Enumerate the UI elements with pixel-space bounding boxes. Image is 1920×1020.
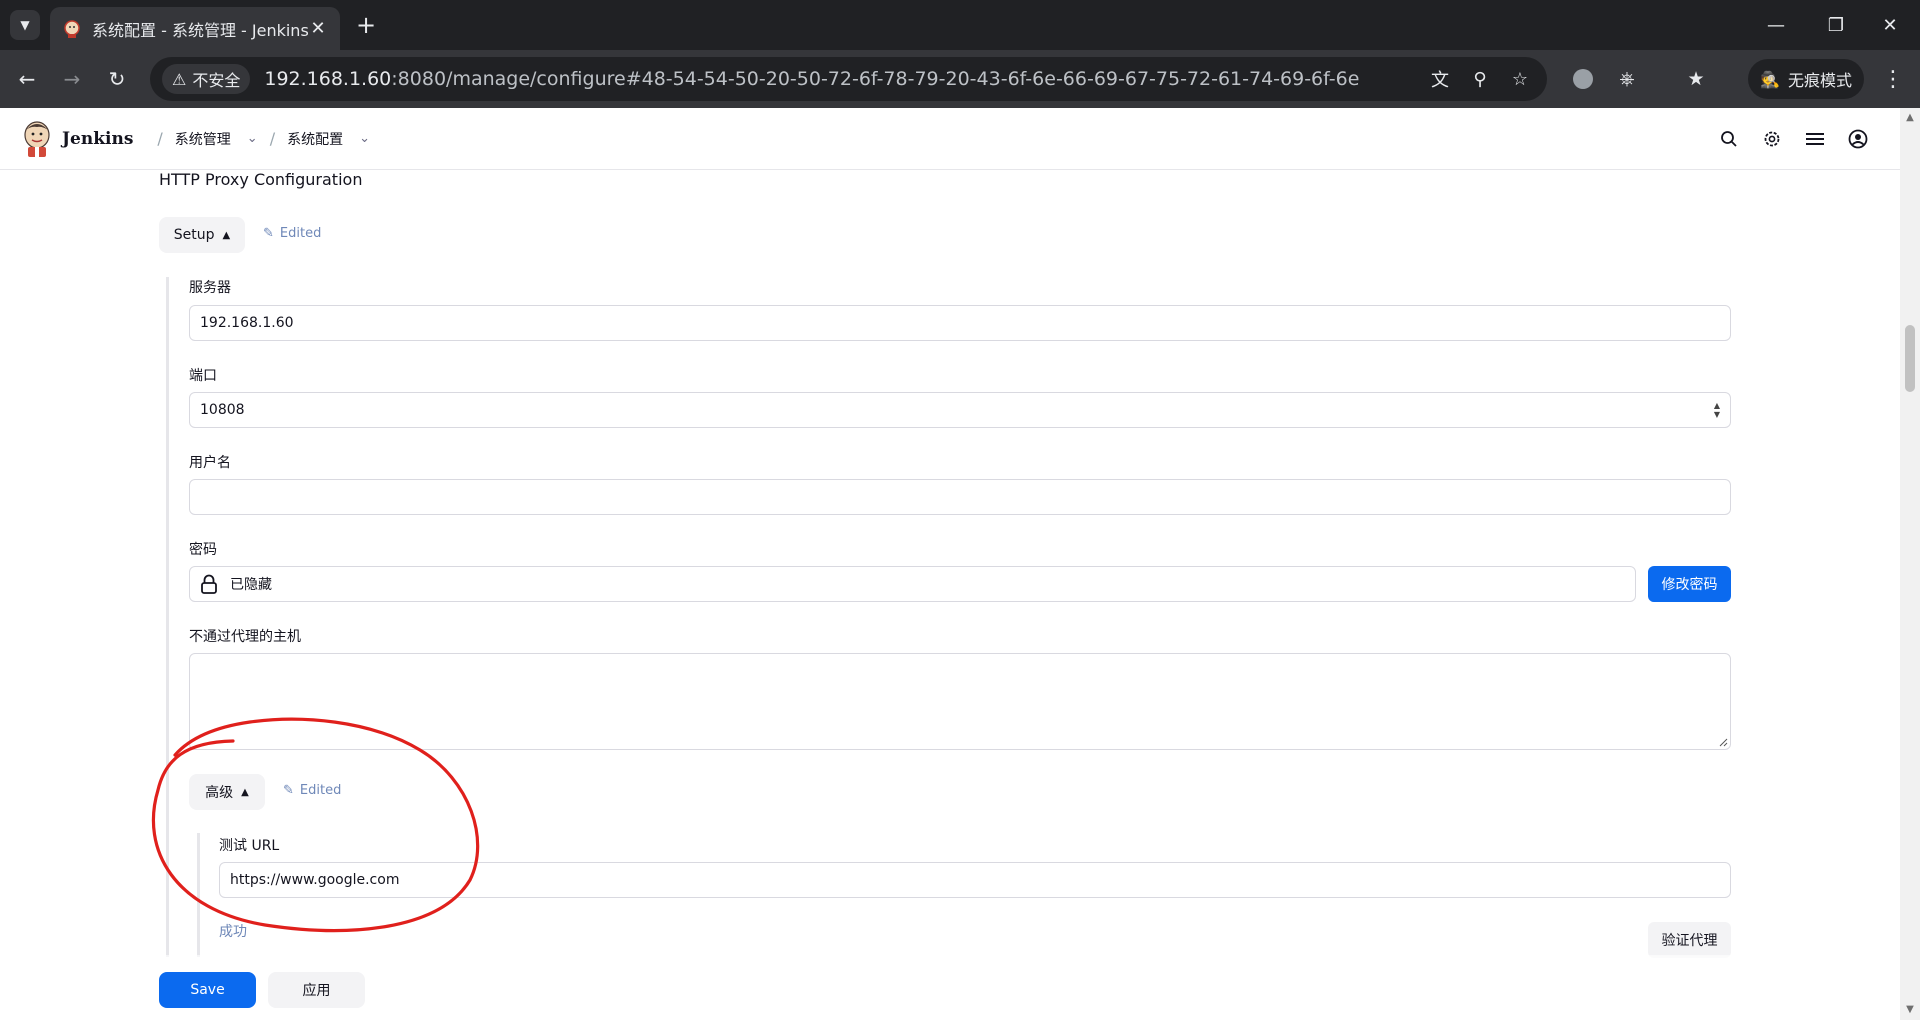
chevron-up-icon: ▲ xyxy=(241,786,249,798)
password-label: 密码 xyxy=(189,542,217,558)
insecure-label: 不安全 xyxy=(192,71,241,90)
reload-icon[interactable]: ↻ xyxy=(102,64,132,94)
tab-search-button[interactable]: ▼ xyxy=(10,10,40,40)
new-tab-button[interactable]: + xyxy=(352,11,380,39)
port-label: 端口 xyxy=(189,368,217,384)
verify-proxy-button[interactable]: 验证代理 xyxy=(1648,922,1731,958)
username-label: 用户名 xyxy=(189,455,231,471)
back-icon[interactable]: ← xyxy=(12,64,42,94)
breadcrumb-separator: / xyxy=(157,129,163,148)
chevron-up-icon: ▲ xyxy=(222,229,231,241)
close-window-icon[interactable]: ✕ xyxy=(1860,0,1920,50)
section-title: HTTP Proxy Configuration xyxy=(159,170,363,189)
advanced-indent-rule xyxy=(197,833,200,957)
validation-result: 成功 xyxy=(219,924,247,940)
jenkins-logo-icon[interactable] xyxy=(22,120,52,158)
no-proxy-hosts-textarea[interactable] xyxy=(189,653,1731,750)
server-value: 192.168.1.60 xyxy=(200,315,294,331)
number-stepper-icon[interactable]: ▲ ▼ xyxy=(1714,401,1720,419)
page-scrollbar[interactable] xyxy=(1900,108,1920,1020)
forward-icon[interactable]: → xyxy=(57,64,87,94)
tab-close-icon[interactable]: ✕ xyxy=(308,18,328,39)
test-url-input[interactable]: https://www.google.com xyxy=(219,862,1731,898)
server-label: 服务器 xyxy=(189,280,231,296)
username-input[interactable] xyxy=(189,479,1731,515)
scroll-down-icon[interactable]: ▼ xyxy=(1904,1004,1916,1016)
chevron-down-icon[interactable]: ⌄ xyxy=(359,131,370,146)
bookmark-star-icon[interactable]: ☆ xyxy=(1505,64,1535,94)
password-hidden-value: 已隐藏 xyxy=(230,577,272,593)
scroll-up-icon[interactable]: ▲ xyxy=(1904,112,1916,124)
address-bar[interactable]: ⚠ 不安全 192.168.1.60:8080/manage/configure… xyxy=(150,57,1547,101)
chevron-down-icon[interactable]: ⌄ xyxy=(247,131,258,146)
apply-button[interactable]: 应用 xyxy=(268,972,365,1008)
incognito-icon: 🕵 xyxy=(1760,69,1780,89)
edited-label: Edited xyxy=(279,226,322,241)
url-path: :8080/manage/configure#48-54-54-50-20-50… xyxy=(391,68,1360,90)
browser-toolbar: ← → ↻ ⚠ 不安全 192.168.1.60:8080/manage/con… xyxy=(0,50,1920,108)
restore-icon[interactable]: ❐ xyxy=(1806,0,1866,50)
advanced-toggle-button[interactable]: 高级 ▲ xyxy=(189,774,265,810)
scrollbar-thumb[interactable] xyxy=(1905,325,1915,392)
password-field[interactable]: 已隐藏 xyxy=(189,566,1636,602)
gear-icon[interactable] xyxy=(1758,125,1786,153)
lock-icon xyxy=(201,574,217,594)
user-account-icon[interactable] xyxy=(1844,125,1872,153)
pencil-icon: ✎ xyxy=(263,226,274,241)
breadcrumb-configure[interactable]: 系统配置 xyxy=(287,129,343,149)
hamburger-menu-icon[interactable] xyxy=(1801,125,1829,153)
browser-menu-icon[interactable]: ⋮ xyxy=(1878,64,1908,94)
breadcrumb-separator: / xyxy=(269,129,276,148)
jenkins-header: Jenkins / 系统管理 ⌄ / 系统配置 ⌄ xyxy=(0,108,1900,170)
section-indent-rule xyxy=(166,277,169,957)
setup-toggle-button[interactable]: Setup ▲ xyxy=(159,217,245,253)
resize-grip-icon[interactable] xyxy=(1718,737,1728,747)
tab-title: 系统配置 - 系统管理 - Jenkins xyxy=(92,20,308,40)
browser-tab[interactable]: 系统配置 - 系统管理 - Jenkins ✕ xyxy=(50,7,340,50)
jenkins-favicon-icon xyxy=(64,19,80,38)
url-text[interactable]: 192.168.1.60:8080/manage/configure#48-54… xyxy=(264,68,1359,90)
port-input[interactable]: 10808 ▲ ▼ xyxy=(189,392,1731,428)
server-input[interactable]: 192.168.1.60 xyxy=(189,305,1731,341)
test-url-label: 测试 URL xyxy=(219,838,280,854)
security-indicator[interactable]: ⚠ 不安全 xyxy=(162,64,251,94)
change-password-button[interactable]: 修改密码 xyxy=(1648,566,1731,602)
search-icon[interactable] xyxy=(1715,125,1743,153)
bookmarks-icon[interactable]: ★ xyxy=(1681,64,1711,94)
no-proxy-hosts-label: 不通过代理的主机 xyxy=(189,629,301,645)
port-value: 10808 xyxy=(200,402,245,418)
test-url-value: https://www.google.com xyxy=(230,872,400,888)
url-host: 192.168.1.60 xyxy=(264,68,392,90)
pencil-icon: ✎ xyxy=(283,783,294,798)
chevron-down-icon: ▼ xyxy=(20,18,30,32)
extensions-icon[interactable]: ⎈ xyxy=(1612,64,1642,94)
edited-indicator: ✎ Edited xyxy=(263,226,321,241)
advanced-label: 高级 xyxy=(205,785,234,801)
setup-label: Setup xyxy=(173,227,215,243)
profile-circle-icon[interactable] xyxy=(1568,64,1598,94)
incognito-label: 无痕模式 xyxy=(1787,71,1852,90)
advanced-edited-indicator: ✎ Edited xyxy=(283,783,341,798)
zoom-icon[interactable]: ⚲ xyxy=(1465,64,1495,94)
browser-titlebar: ▼ 系统配置 - 系统管理 - Jenkins ✕ + — ❐ ✕ xyxy=(0,0,1920,50)
warning-icon: ⚠ xyxy=(172,69,187,89)
breadcrumb-manage[interactable]: 系统管理 xyxy=(175,129,231,149)
jenkins-brand[interactable]: Jenkins xyxy=(62,129,133,149)
incognito-indicator[interactable]: 🕵 无痕模式 xyxy=(1748,59,1864,99)
minimize-icon[interactable]: — xyxy=(1746,0,1806,50)
translate-icon[interactable]: 文 xyxy=(1425,64,1455,94)
advanced-edited-label: Edited xyxy=(299,783,342,798)
save-button[interactable]: Save xyxy=(159,972,256,1008)
